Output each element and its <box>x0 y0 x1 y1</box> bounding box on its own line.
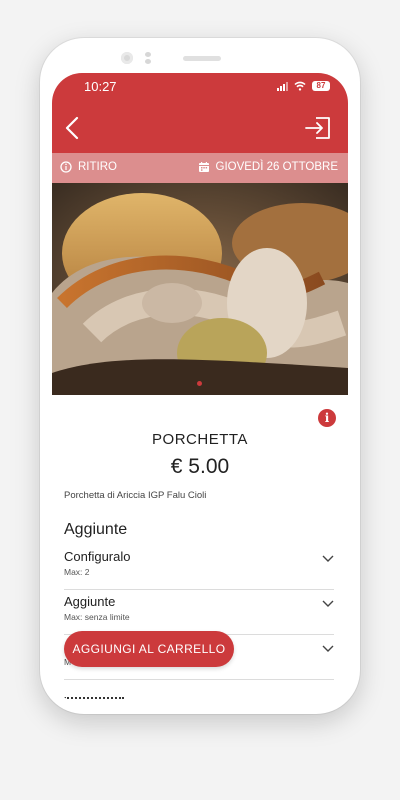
signal-icon <box>277 81 288 91</box>
add-to-cart-button[interactable]: AGGIUNGI AL CARRELLO <box>64 631 234 667</box>
info-bar: RITIRO GIOVEDÌ 26 OTTOBRE <box>52 153 348 183</box>
option-name: Aggiunte <box>64 594 116 609</box>
option-limit: Max: 2 <box>64 567 90 577</box>
pickup-mode-label: RITIRO <box>78 161 117 173</box>
phone-frame: 10:27 87 RITIRO GIOVEDÌ 26 OTTOBRE i POR… <box>40 38 360 714</box>
pickup-date[interactable]: GIOVEDÌ 26 OTTOBRE <box>198 161 339 173</box>
option-fourth-partial <box>64 693 184 699</box>
status-time: 10:27 <box>84 79 117 94</box>
calendar-icon <box>198 162 209 172</box>
battery-icon: 87 <box>312 81 330 91</box>
app-bar <box>52 103 348 153</box>
status-icons: 87 <box>277 81 330 91</box>
info-circle-icon <box>60 161 72 173</box>
speaker-grille <box>183 56 221 61</box>
app-screen: 10:27 87 RITIRO GIOVEDÌ 26 OTTOBRE i POR… <box>52 73 348 703</box>
addons-section-title: Aggiunte <box>64 521 128 538</box>
camera-icon <box>121 52 133 64</box>
sensor-icon <box>145 52 151 64</box>
pickup-mode[interactable]: RITIRO <box>60 161 117 173</box>
back-arrow-icon[interactable] <box>60 114 86 142</box>
option-aggiunte[interactable]: Aggiunte Max: senza limite <box>64 590 334 635</box>
product-description: Porchetta di Ariccia IGP Falu Cioli <box>64 490 207 501</box>
chevron-down-icon <box>322 555 334 562</box>
option-name: Configuralo <box>64 549 131 564</box>
chevron-down-icon <box>322 645 334 652</box>
pickup-date-label: GIOVEDÌ 26 OTTOBRE <box>215 161 339 173</box>
product-name: PORCHETTA <box>152 431 248 448</box>
info-icon[interactable]: i <box>318 409 336 427</box>
product-price: € 5.00 <box>170 455 230 478</box>
wifi-icon <box>294 81 306 91</box>
status-bar: 10:27 87 <box>52 73 348 103</box>
chevron-down-icon <box>322 600 334 607</box>
option-configuralo[interactable]: Configuralo Max: 2 <box>64 545 334 590</box>
product-sheet: i PORCHETTA € 5.00 Porchetta di Ariccia … <box>52 395 348 703</box>
carousel-indicator[interactable] <box>197 381 202 386</box>
product-photo[interactable] <box>52 183 348 395</box>
login-icon[interactable] <box>304 116 332 140</box>
option-limit: Max: senza limite <box>64 612 130 622</box>
